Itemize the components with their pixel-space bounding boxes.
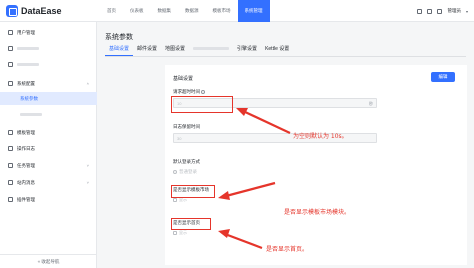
homepage-annotation: 是否显示首页。: [266, 246, 309, 253]
log-retention-value: 30: [177, 136, 182, 141]
sidebar-item-system-config[interactable]: 系统配置 ˄: [0, 77, 97, 90]
login-mode-option: 普通登录: [179, 169, 197, 174]
request-timeout-label: 请求超时时间: [173, 89, 205, 95]
sidebar-item-logs[interactable]: 操作日志: [0, 142, 97, 155]
nav-item-datasource[interactable]: 数据源: [178, 0, 206, 22]
sidebar-item-label: 站内消息: [17, 179, 35, 185]
sidebar-item-messages[interactable]: 站内消息 ˅: [0, 176, 97, 189]
sidebar-subitem-label-hidden: [20, 113, 42, 117]
plugin-icon: [8, 197, 13, 202]
doc-icon[interactable]: [417, 8, 423, 14]
checkbox-icon: [173, 231, 177, 235]
timeout-highlight-box: [171, 96, 233, 113]
homepage-highlight-box: [171, 218, 211, 230]
nav-item-template-market[interactable]: 模板市场: [206, 0, 238, 22]
sidebar-item-label-hidden: [17, 63, 39, 66]
language-icon[interactable]: [437, 8, 443, 14]
chevron-down-icon: ˅: [86, 163, 89, 168]
collapse-icon: «: [37, 259, 41, 264]
sidebar-item-group[interactable]: [0, 42, 97, 55]
top-right-tools: 管理员 ▾: [417, 0, 468, 22]
tab-kettle[interactable]: Kettle 设置: [261, 44, 293, 56]
sidebar-item-label: 模板管理: [17, 129, 35, 135]
collapse-nav-button[interactable]: « 收起导航: [0, 254, 97, 268]
edit-button[interactable]: 编辑: [431, 72, 455, 82]
card-title: 基础设置: [173, 76, 194, 82]
org-icon: [8, 62, 13, 67]
tab-label-hidden: [193, 47, 230, 51]
main-content: 系统参数 基础设置 邮件设置 地图设置 引擎设置 Kettle 设置 基础设置 …: [97, 22, 474, 268]
sidebar-item-label-hidden: [17, 47, 39, 50]
chevron-up-icon: ˄: [86, 81, 89, 86]
login-mode-radio[interactable]: 普通登录: [173, 169, 197, 175]
sidebar-item-tasks[interactable]: 任务管理 ˅: [0, 159, 97, 172]
tab-map[interactable]: 地图设置: [161, 44, 189, 56]
request-timeout-suffix: 秒: [369, 101, 373, 106]
template-market-highlight-box: [171, 185, 215, 198]
collapse-label: 收起导航: [41, 259, 60, 264]
sidebar-item-label: 插件管理: [17, 196, 35, 202]
top-bar: DataEase 首页 仪表板 数据集 数据源 模板市场 系统管理 管理员 ▾: [0, 0, 474, 22]
sidebar-item-org[interactable]: [0, 58, 97, 71]
sidebar: 用户管理 系统配置 ˄ 系统参数 模板管理 操作日志 任务管理 ˅ 站内消息 ˅…: [0, 22, 97, 268]
settings-icon: [8, 81, 13, 86]
basic-settings-card: 基础设置 编辑 请求超时时间 10 秒 日志保留时间 30 默认登录方式 普通登…: [165, 65, 467, 265]
app-logo[interactable]: DataEase: [6, 4, 62, 18]
sidebar-subitem-system-params[interactable]: 系统参数: [0, 92, 97, 105]
app-name: DataEase: [21, 6, 62, 16]
page-title: 系统参数: [105, 34, 133, 41]
nav-item-dataset[interactable]: 数据集: [151, 0, 179, 22]
nav-item-home[interactable]: 首页: [100, 0, 123, 22]
info-icon: [201, 89, 205, 94]
settings-tabs: 基础设置 邮件设置 地图设置 引擎设置 Kettle 设置: [105, 44, 293, 56]
group-icon: [8, 46, 13, 51]
sidebar-item-label: 系统配置: [17, 80, 35, 86]
request-timeout-label-text: 请求超时时间: [173, 89, 200, 94]
tab-email[interactable]: 邮件设置: [133, 44, 161, 56]
timeout-annotation: 为空则默认为 10s。: [293, 133, 348, 140]
sidebar-item-label: 操作日志: [17, 145, 35, 151]
user-icon: [8, 30, 13, 35]
chevron-down-icon: ˅: [86, 180, 89, 185]
tab-basic[interactable]: 基础设置: [105, 44, 134, 56]
sidebar-item-templates[interactable]: 模板管理: [0, 126, 97, 139]
nav-item-dashboard[interactable]: 仪表板: [123, 0, 151, 22]
login-mode-label: 默认登录方式: [173, 159, 200, 164]
homepage-option: 显示: [179, 230, 187, 235]
task-icon: [8, 163, 13, 168]
log-retention-label: 日志保留时间: [173, 124, 200, 129]
radio-icon: [173, 170, 177, 174]
tab-engine[interactable]: 引擎设置: [233, 44, 261, 56]
nav-item-system-management[interactable]: 系统管理: [237, 0, 270, 22]
bell-icon: [8, 180, 13, 185]
template-icon: [8, 130, 13, 135]
bell-icon[interactable]: [427, 8, 433, 14]
checkbox-icon: [173, 198, 177, 202]
sidebar-item-plugins[interactable]: 插件管理: [0, 193, 97, 206]
sidebar-item-label: 任务管理: [17, 162, 35, 168]
tab-hidden[interactable]: [189, 44, 233, 56]
template-market-annotation: 是否显示模板市场模块。: [284, 209, 351, 216]
sidebar-item-users[interactable]: 用户管理: [0, 26, 97, 39]
top-nav: 首页 仪表板 数据集 数据源 模板市场 系统管理: [100, 0, 270, 22]
chevron-down-icon[interactable]: ▾: [466, 9, 468, 14]
tabs-divider: [105, 56, 466, 57]
logo-icon: [6, 5, 18, 17]
user-name[interactable]: 管理员: [447, 8, 461, 14]
log-icon: [8, 146, 13, 151]
homepage-checkbox[interactable]: 显示: [173, 230, 187, 236]
sidebar-subitem-hidden[interactable]: [0, 108, 97, 121]
sidebar-item-label: 用户管理: [17, 29, 35, 35]
